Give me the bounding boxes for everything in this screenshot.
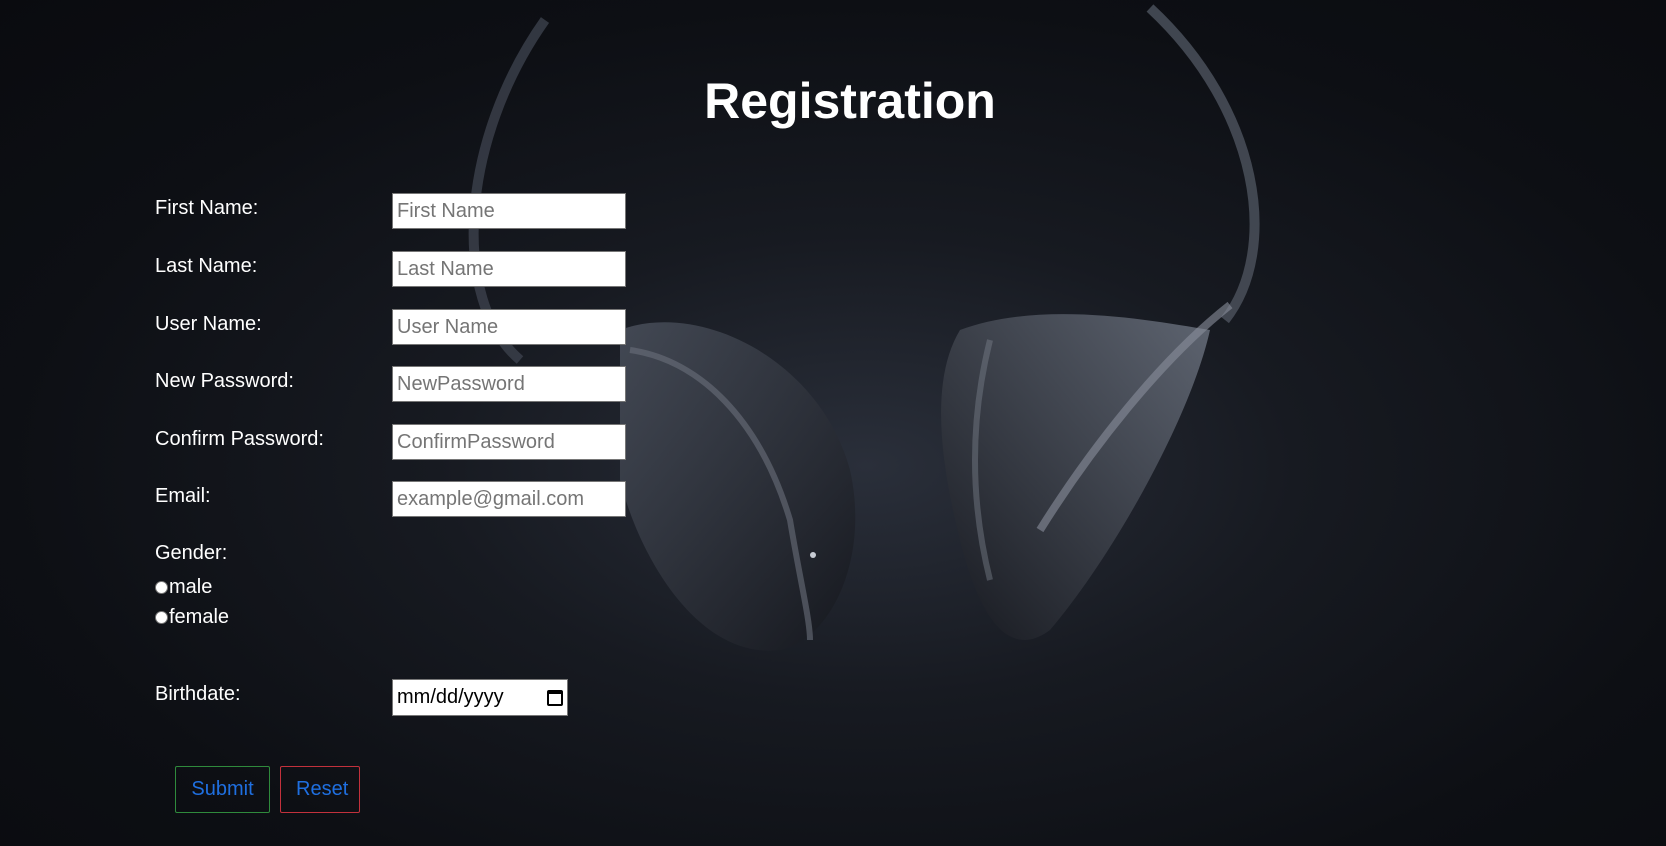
male-radio-label: male	[169, 575, 213, 598]
new-password-row: New Password:	[155, 366, 675, 402]
user-name-label: User Name:	[155, 313, 262, 335]
birthdate-row: Birthdate: mm/dd/yyyy	[155, 679, 675, 716]
last-name-row: Last Name:	[155, 251, 675, 287]
first-name-row: First Name:	[155, 193, 675, 229]
submit-button[interactable]: Submit	[175, 766, 270, 813]
email-input[interactable]	[392, 481, 626, 517]
gender-option-female[interactable]: female	[155, 602, 355, 632]
gender-option-male[interactable]: male	[155, 572, 355, 602]
birthdate-placeholder: mm/dd/yyyy	[397, 686, 504, 708]
confirm-password-input[interactable]	[392, 424, 626, 460]
female-radio-label: female	[169, 605, 230, 628]
email-label: Email:	[155, 485, 211, 507]
birthdate-label: Birthdate:	[155, 683, 241, 705]
new-password-label: New Password:	[155, 370, 294, 392]
gender-label: Gender:	[155, 542, 228, 564]
confirm-password-label: Confirm Password:	[155, 428, 324, 450]
birthdate-input[interactable]: mm/dd/yyyy	[392, 679, 568, 716]
calendar-icon[interactable]	[547, 689, 563, 706]
user-name-row: User Name:	[155, 309, 675, 345]
first-name-label: First Name:	[155, 197, 259, 219]
confirm-password-row: Confirm Password:	[155, 424, 675, 460]
male-radio[interactable]	[155, 580, 168, 594]
gender-group: Gender: male female	[155, 542, 355, 632]
last-name-input[interactable]	[392, 251, 626, 287]
last-name-label: Last Name:	[155, 255, 258, 277]
email-row: Email:	[155, 481, 675, 517]
page-title: Registration	[704, 73, 996, 129]
female-radio[interactable]	[155, 610, 168, 624]
first-name-input[interactable]	[392, 193, 626, 229]
new-password-input[interactable]	[392, 366, 626, 402]
reset-button[interactable]: Reset	[280, 766, 360, 813]
user-name-input[interactable]	[392, 309, 626, 345]
